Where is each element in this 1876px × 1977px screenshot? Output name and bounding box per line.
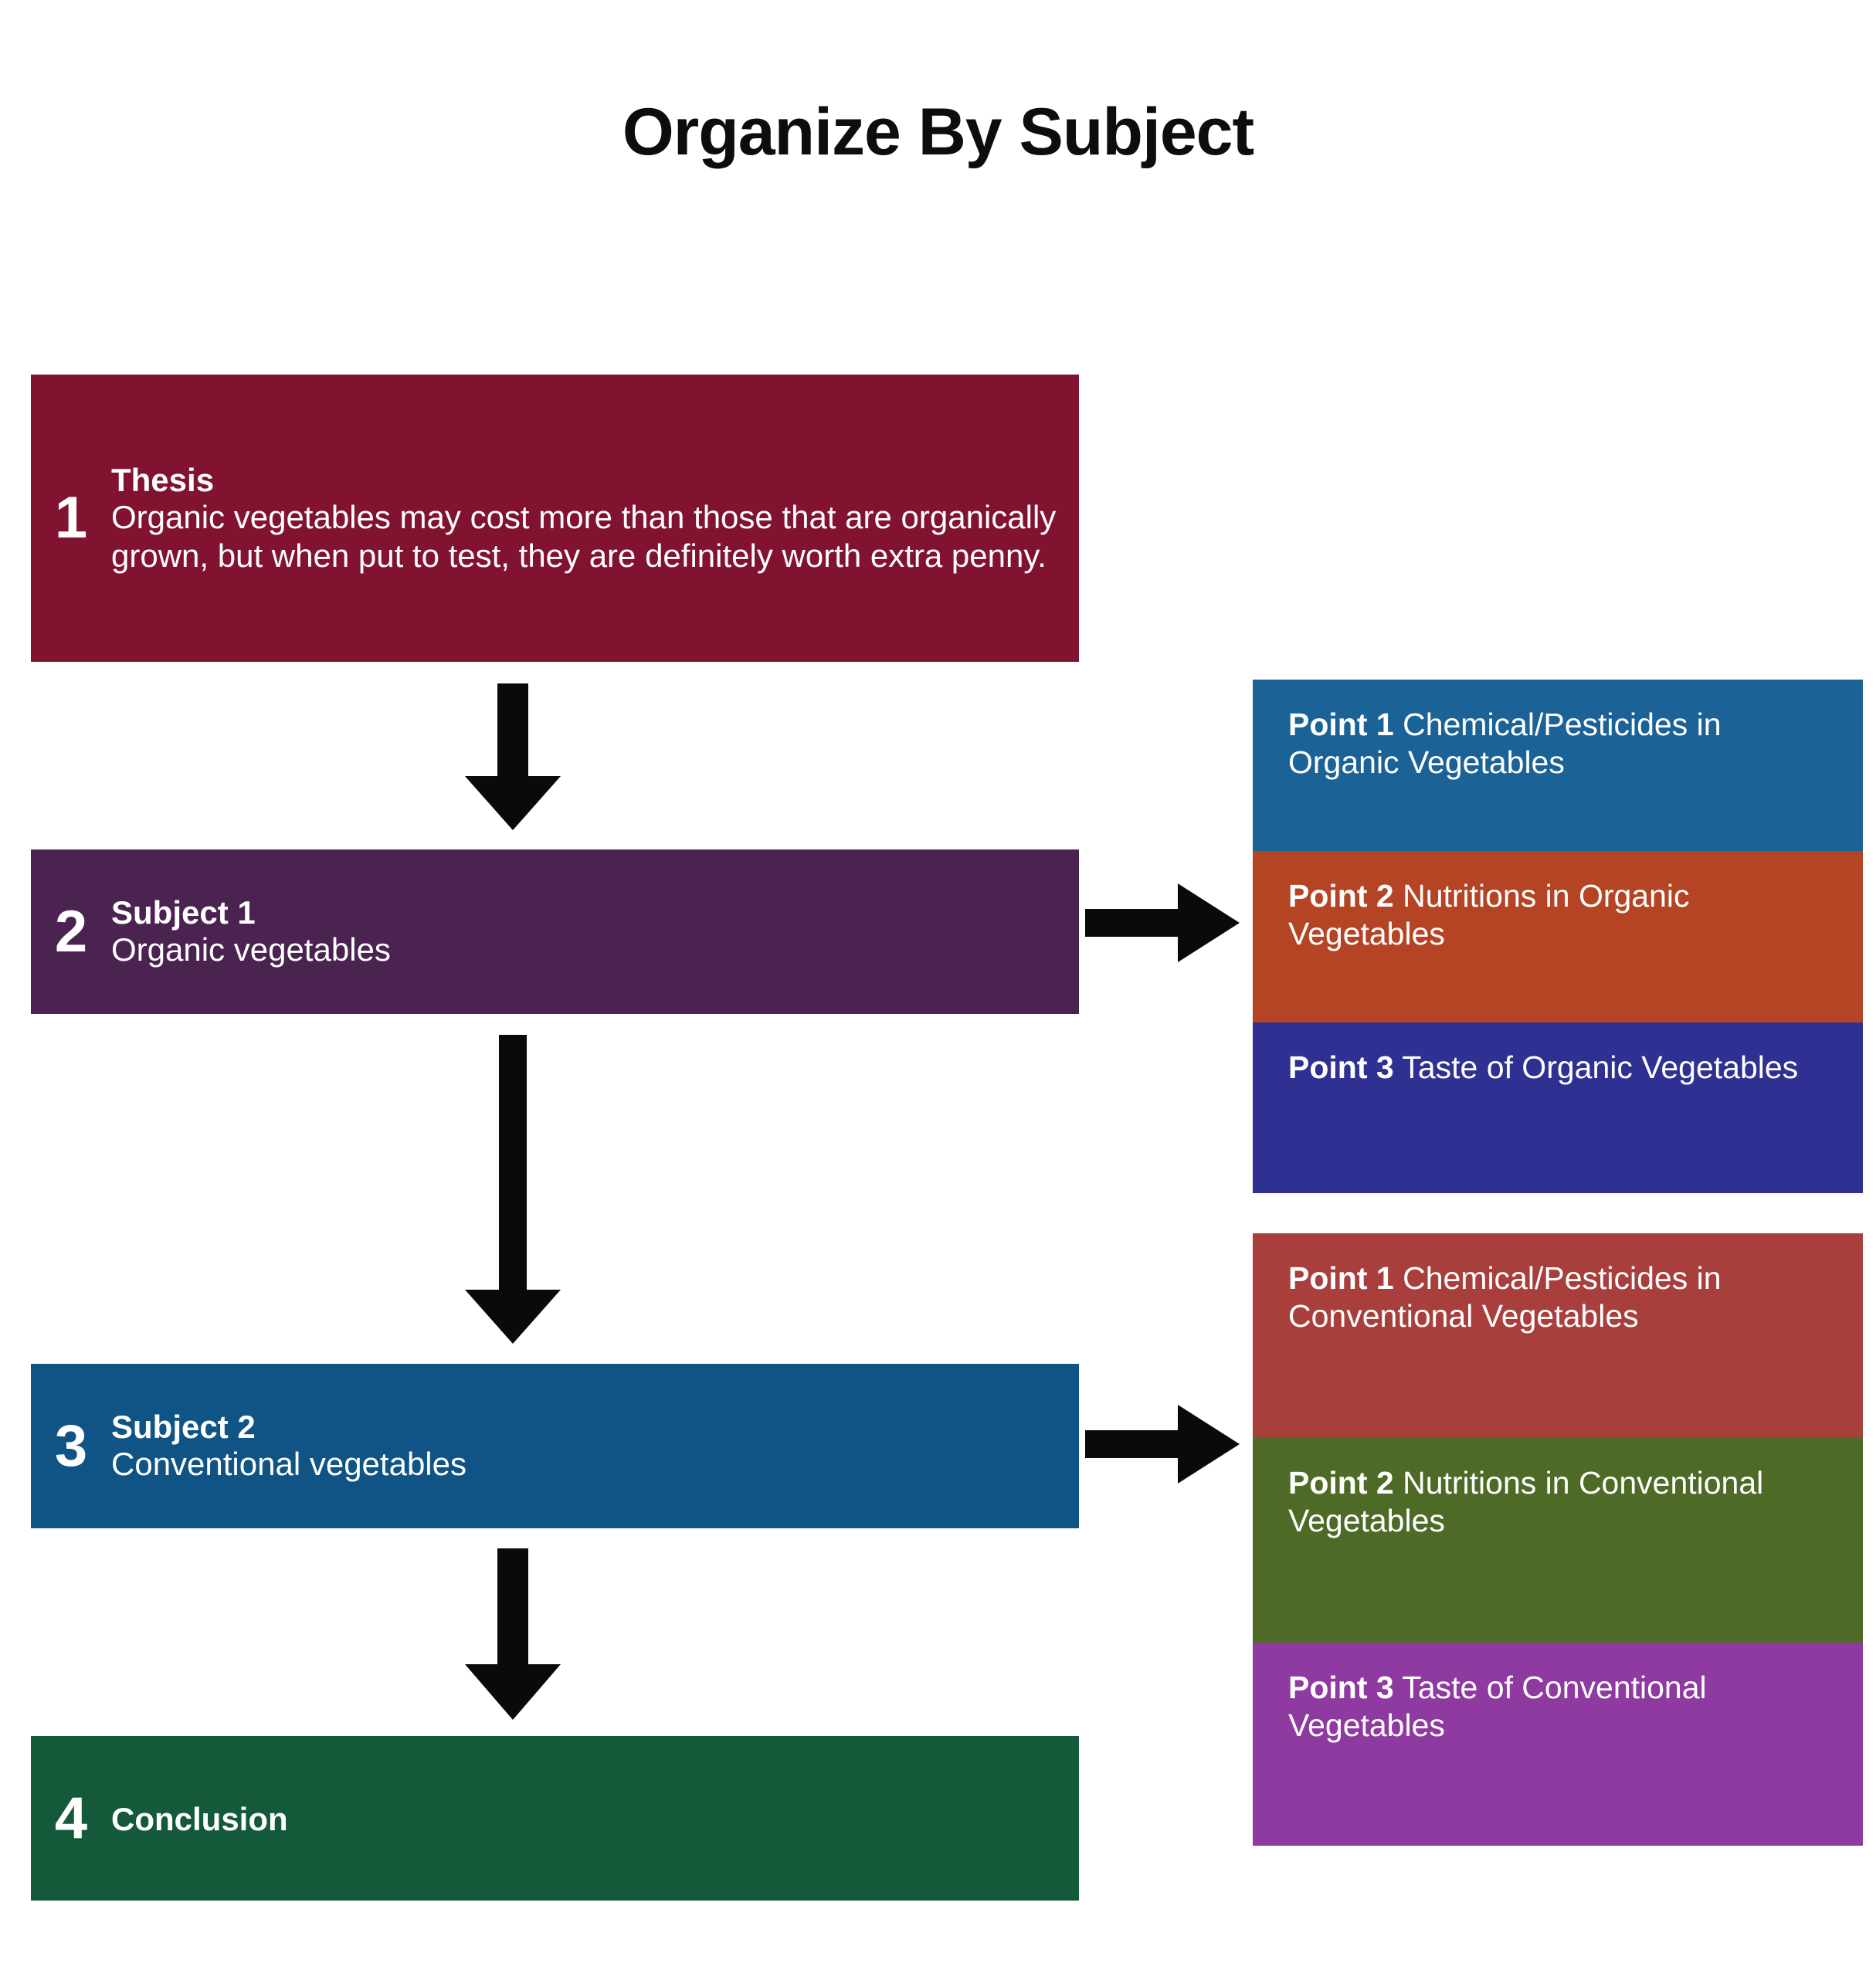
point-label: Point 1 bbox=[1288, 707, 1394, 742]
step-body-conclusion: Conclusion bbox=[111, 1799, 1079, 1837]
step-text-subject-2: Conventional vegetables bbox=[111, 1446, 466, 1483]
point-box: Point 3 Taste of Conventional Vegetables bbox=[1253, 1643, 1863, 1846]
step-box-conclusion: 4 Conclusion bbox=[31, 1736, 1079, 1901]
point-label: Point 2 bbox=[1288, 1465, 1394, 1501]
step-text-subject-1: Organic vegetables bbox=[111, 931, 391, 968]
arrow-down-icon bbox=[465, 1548, 561, 1720]
step-text-thesis: Organic vegetables may cost more than th… bbox=[111, 499, 1057, 574]
point-box: Point 2 Nutritions in Organic Vegetables bbox=[1253, 851, 1863, 1022]
step-number-2: 2 bbox=[54, 898, 88, 965]
point-box: Point 1 Chemical/Pesticides in Conventio… bbox=[1253, 1233, 1863, 1438]
step-body-subject-1: Subject 1 Organic vegetables bbox=[111, 894, 1079, 968]
arrow-right-icon bbox=[1085, 1405, 1240, 1484]
point-label: Point 2 bbox=[1288, 878, 1394, 914]
step-heading-subject-1: Subject 1 bbox=[111, 894, 256, 931]
step-number-4: 4 bbox=[54, 1785, 88, 1851]
step-body-subject-2: Subject 2 Conventional vegetables bbox=[111, 1409, 1079, 1483]
point-label: Point 3 bbox=[1288, 1050, 1394, 1085]
point-group-subject-1: Point 1 Chemical/Pesticides in Organic V… bbox=[1253, 680, 1863, 1193]
point-label: Point 3 bbox=[1288, 1670, 1394, 1705]
point-box: Point 3 Taste of Organic Vegetables bbox=[1253, 1022, 1863, 1193]
point-box: Point 2 Nutritions in Conventional Veget… bbox=[1253, 1438, 1863, 1643]
arrow-down-icon bbox=[465, 1035, 561, 1344]
point-box: Point 1 Chemical/Pesticides in Organic V… bbox=[1253, 680, 1863, 851]
step-heading-conclusion: Conclusion bbox=[111, 1800, 288, 1837]
point-label: Point 1 bbox=[1288, 1260, 1394, 1296]
step-box-thesis: 1 Thesis Organic vegetables may cost mor… bbox=[31, 375, 1079, 662]
step-body-thesis: Thesis Organic vegetables may cost more … bbox=[111, 462, 1079, 574]
step-box-subject-1: 2 Subject 1 Organic vegetables bbox=[31, 849, 1079, 1014]
arrow-right-icon bbox=[1085, 883, 1240, 962]
page-title: Organize By Subject bbox=[622, 95, 1254, 169]
step-number-3: 3 bbox=[54, 1412, 88, 1479]
step-heading-subject-2: Subject 2 bbox=[111, 1409, 256, 1446]
step-heading-thesis: Thesis bbox=[111, 462, 215, 499]
point-description: Taste of Organic Vegetables bbox=[1393, 1050, 1799, 1085]
point-group-subject-2: Point 1 Chemical/Pesticides in Conventio… bbox=[1253, 1233, 1863, 1846]
arrow-down-icon bbox=[465, 683, 561, 830]
step-number-1: 1 bbox=[54, 485, 88, 551]
step-box-subject-2: 3 Subject 2 Conventional vegetables bbox=[31, 1364, 1079, 1528]
